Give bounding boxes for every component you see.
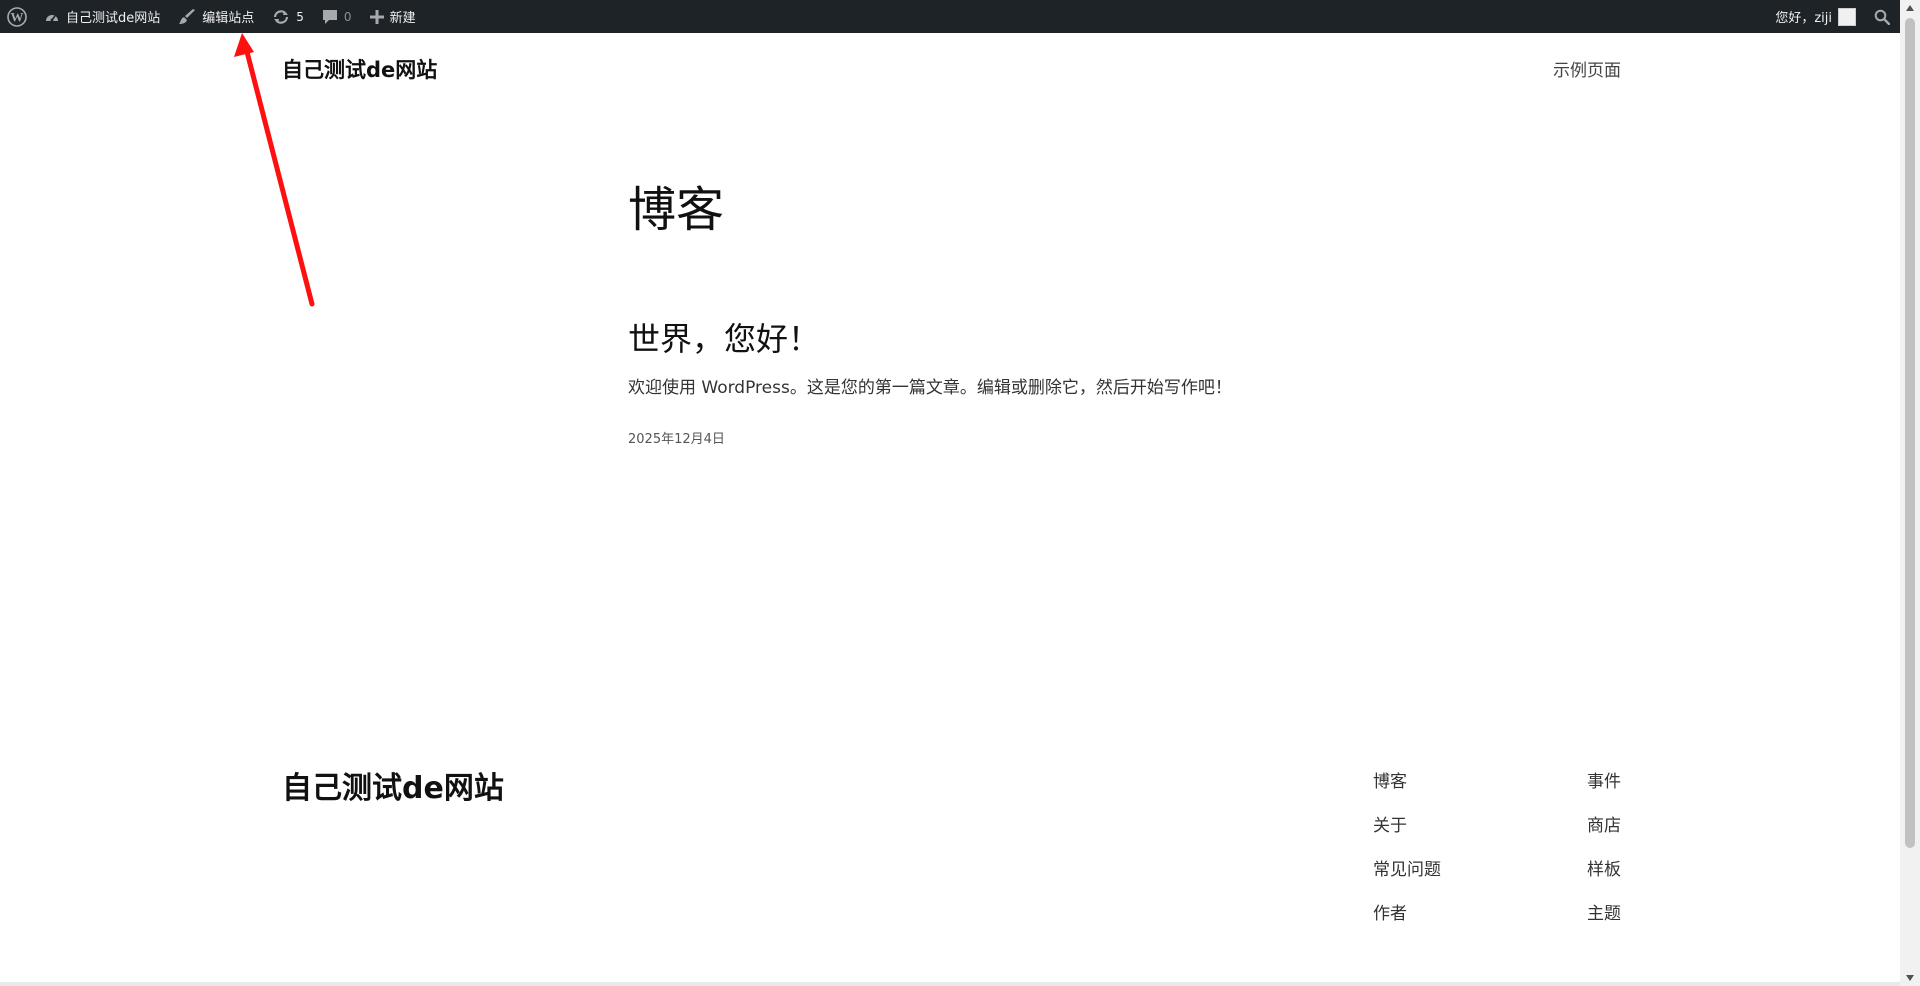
wordpress-logo-icon: W (7, 6, 27, 27)
footer-link-themes[interactable]: 主题 (1587, 899, 1621, 924)
site-name-label: 自己测试de网站 (66, 11, 161, 26)
wordpress-logo-button[interactable]: W (0, 0, 35, 33)
edit-site-button[interactable]: 编辑站点 (169, 0, 263, 33)
site-name-menu[interactable]: 自己测试de网站 (35, 0, 169, 33)
horizontal-edge (0, 982, 1900, 986)
greeting-label: 您好，ziji (1775, 11, 1832, 26)
plus-icon (369, 9, 384, 24)
footer-link-patterns[interactable]: 样板 (1587, 855, 1621, 880)
new-content-label: 新建 (389, 11, 416, 26)
edit-site-label: 编辑站点 (202, 11, 255, 26)
footer-link-events[interactable]: 事件 (1587, 767, 1621, 792)
page-title: 博客 (628, 182, 725, 238)
site-title[interactable]: 自己测试de网站 (282, 54, 437, 84)
footer-site-title[interactable]: 自己测试de网站 (282, 763, 504, 807)
footer-link-about[interactable]: 关于 (1373, 811, 1407, 836)
admin-bar-secondary: 您好，ziji (1766, 0, 1900, 33)
footer-link-blog[interactable]: 博客 (1373, 767, 1407, 792)
post-title-link[interactable]: 世界，您好！ (628, 314, 820, 360)
comment-icon (322, 9, 338, 25)
dashboard-icon (44, 10, 60, 24)
scroll-up-arrow-icon[interactable] (1900, 0, 1920, 16)
vertical-scrollbar[interactable] (1900, 0, 1920, 986)
avatar (1838, 7, 1856, 26)
admin-bar: W 自己测试de网站 编辑站点 5 0 新建 您好，ziji (0, 0, 1900, 33)
updates-button[interactable]: 5 (263, 0, 313, 33)
annotation-arrow (234, 33, 315, 307)
scroll-down-arrow-icon[interactable] (1900, 970, 1920, 986)
brush-icon (178, 8, 196, 25)
my-account-menu[interactable]: 您好，ziji (1766, 0, 1868, 33)
comments-count: 0 (343, 9, 352, 24)
svg-text:W: W (11, 9, 24, 24)
post-excerpt: 欢迎使用 WordPress。这是您的第一篇文章。编辑或删除它，然后开始写作吧！ (628, 378, 1232, 398)
footer-link-authors[interactable]: 作者 (1373, 899, 1407, 924)
footer-link-shop[interactable]: 商店 (1587, 811, 1621, 836)
post-date[interactable]: 2025年12月4日 (628, 428, 725, 447)
scrollbar-thumb[interactable] (1905, 18, 1915, 848)
updates-icon (272, 9, 290, 25)
search-icon (1874, 9, 1890, 25)
nav-item-sample-page[interactable]: 示例页面 (1553, 56, 1621, 81)
new-content-button[interactable]: 新建 (361, 0, 425, 33)
footer-link-faq[interactable]: 常见问题 (1373, 855, 1441, 880)
search-button[interactable] (1868, 0, 1900, 33)
updates-count: 5 (296, 9, 304, 24)
comments-button[interactable]: 0 (313, 0, 361, 33)
